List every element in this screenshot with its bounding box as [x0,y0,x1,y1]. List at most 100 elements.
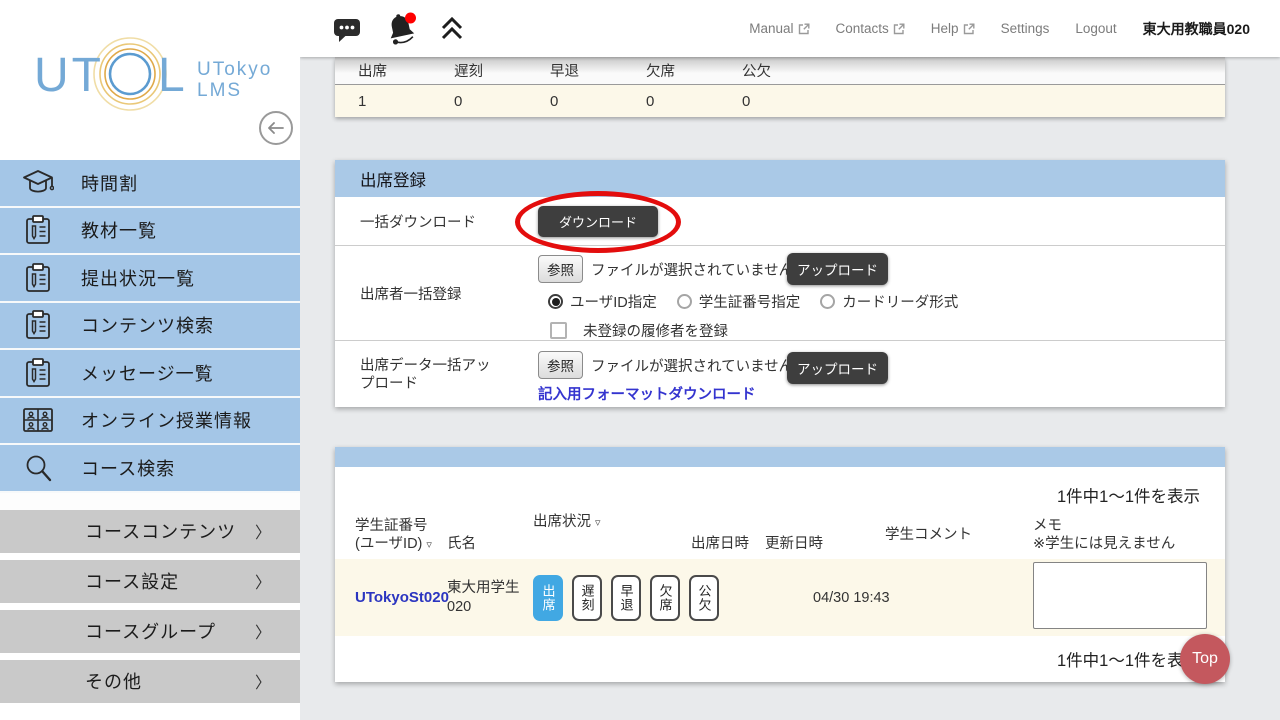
sidebar-item-submissions[interactable]: 提出状況一覧 [0,255,300,303]
radio-user-id[interactable]: ユーザID指定 [548,291,657,312]
summary-value: 0 [550,92,559,110]
chevron-right-icon: 〉 [254,625,272,642]
radio-unselected-icon [676,294,692,309]
radio-card-reader[interactable]: カードリーダ形式 [820,291,958,312]
external-link-icon [963,23,975,34]
timetable-icon [20,165,56,201]
col-header-student-id[interactable]: 学生証番号 (ユーザID) ▿ [355,517,447,553]
sidebar-item-label: オンライン授業情報 [81,411,252,432]
register-unenrolled-checkbox[interactable] [550,322,567,339]
col-header-status[interactable]: 出席状況 ▿ [533,513,691,531]
memo-textarea[interactable] [1033,561,1207,629]
status-button-group: 出席 遅刻 早退 欠席 公欠 [533,574,719,621]
contacts-link-label: Contacts [835,21,889,36]
external-link-icon [893,23,905,34]
sidebar-item-course-group[interactable]: コースグループ 〉 [0,609,300,653]
status-button-late[interactable]: 遅刻 [572,574,602,621]
status-button-absent[interactable]: 欠席 [650,574,680,621]
sidebar-item-messages[interactable]: メッセージ一覧 [0,350,300,398]
svg-text:UT: UT [34,49,104,102]
sidebar-item-label: メッセージ一覧 [81,363,214,384]
manual-link-label: Manual [749,21,794,36]
format-download-link[interactable]: 記入用フォーマットダウンロード [538,383,756,404]
attendance-register-section: 出席登録 一括ダウンロード ダウンロード 出席者一括登録 参照 ファイルが選択さ… [335,160,1225,407]
summary-value: 0 [742,92,751,110]
sidebar-item-label: 提出状況一覧 [81,268,195,289]
chevron-right-icon: 〉 [254,675,272,692]
summary-value-row: 1 0 0 0 0 [335,85,1225,117]
logo-subtitle-2: LMS [197,80,242,101]
student-name: 東大用学生020 [447,579,520,615]
result-count-text-bottom: 1件中1〜1件を表示 [1056,652,1200,671]
external-link-icon [798,23,810,34]
sidebar-item-content-search[interactable]: コンテンツ検索 [0,302,300,350]
attendance-summary-table: 出席 遅刻 早退 欠席 公欠 1 0 0 0 0 [335,57,1225,117]
section-title: 出席登録 [335,160,1225,197]
help-link[interactable]: Help [931,21,975,36]
col-header-attended-at: 出席日時 [691,536,749,552]
sidebar-item-label: 時間割 [81,173,138,194]
result-count-text: 1件中1〜1件を表示 [1056,488,1200,506]
browse-file-button[interactable]: 参照 [538,255,583,283]
messages-icon [20,355,56,391]
radio-student-number[interactable]: 学生証番号指定 [676,291,800,312]
summary-col-header: 遅刻 [454,64,483,80]
settings-link[interactable]: Settings [1001,21,1050,36]
sidebar-item-label: コース検索 [81,458,176,479]
svg-text:L: L [158,49,185,102]
bulk-download-label: 一括ダウンロード [360,214,476,231]
upload-button[interactable]: アップロード [787,352,888,384]
no-file-selected-text: ファイルが選択されていません。 [591,358,808,375]
updated-at-cell: 04/30 19:43 [813,589,890,606]
sidebar-item-course-settings[interactable]: コース設定 〉 [0,559,300,603]
current-username: 東大用教職員020 [1142,20,1250,37]
bulk-download-row: 一括ダウンロード ダウンロード [335,191,1225,253]
sidebar-item-timetable[interactable]: 時間割 [0,160,300,208]
summary-value: 1 [358,92,367,110]
data-upload-label: 出席データ一括アップロード [360,358,491,393]
status-button-present[interactable]: 出席 [533,574,563,621]
sidebar-collapse-button[interactable] [259,111,293,145]
topbar: Manual Contacts Help Settings Logout 東大用… [300,0,1280,57]
chevron-right-icon: 〉 [254,575,272,592]
settings-link-label: Settings [1000,21,1050,36]
menu-item-label: その他 [85,672,142,692]
help-link-label: Help [930,21,959,36]
sidebar-item-label: コンテンツ検索 [81,316,214,337]
download-button[interactable]: ダウンロード [538,206,658,237]
sidebar: UT L UTokyo LMS 時間割 教材一覧 提出状況一覧 コンテンツ検索 … [0,0,300,720]
col-header-memo: メモ ※学生には見えません [1033,517,1176,552]
browse-file-button[interactable]: 参照 [538,351,583,379]
sidebar-item-course-contents[interactable]: コースコンテンツ 〉 [0,509,300,553]
summary-col-header: 欠席 [646,64,675,80]
scroll-to-top-button[interactable]: Top [1180,634,1230,684]
submissions-icon [20,260,56,296]
sidebar-item-online-class[interactable]: オンライン授業情報 [0,397,300,445]
sidebar-item-materials[interactable]: 教材一覧 [0,207,300,255]
no-file-selected-text: ファイルが選択されていません。 [591,262,808,279]
manual-link[interactable]: Manual [749,21,810,36]
sidebar-item-label: 教材一覧 [81,221,157,242]
chat-icon[interactable] [333,16,361,42]
summary-col-header: 公欠 [742,64,771,80]
bulk-register-label: 出席者一括登録 [360,286,462,303]
radio-unselected-icon [820,294,836,309]
checkbox-label: 未登録の履修者を登録 [583,324,728,340]
summary-col-header: 早退 [550,64,579,80]
logout-link[interactable]: Logout [1075,21,1116,36]
collapse-up-icon[interactable] [441,16,463,41]
menu-item-label: コース設定 [85,572,180,592]
sidebar-item-others[interactable]: その他 〉 [0,659,300,703]
status-button-left-early[interactable]: 早退 [611,574,641,621]
student-id-link[interactable]: UTokyoSt020 [355,589,449,606]
notifications-bell-icon[interactable] [383,11,419,47]
col-header-student-comment: 学生コメント [885,527,972,543]
logo-area: UT L UTokyo LMS [0,0,300,160]
upload-button[interactable]: アップロード [787,253,888,285]
contacts-link[interactable]: Contacts [836,21,905,36]
sidebar-item-course-search[interactable]: コース検索 [0,445,300,493]
sidebar-divider [0,492,300,510]
summary-value: 0 [454,92,463,110]
status-button-excused[interactable]: 公欠 [689,574,719,621]
online-class-icon [20,402,56,438]
